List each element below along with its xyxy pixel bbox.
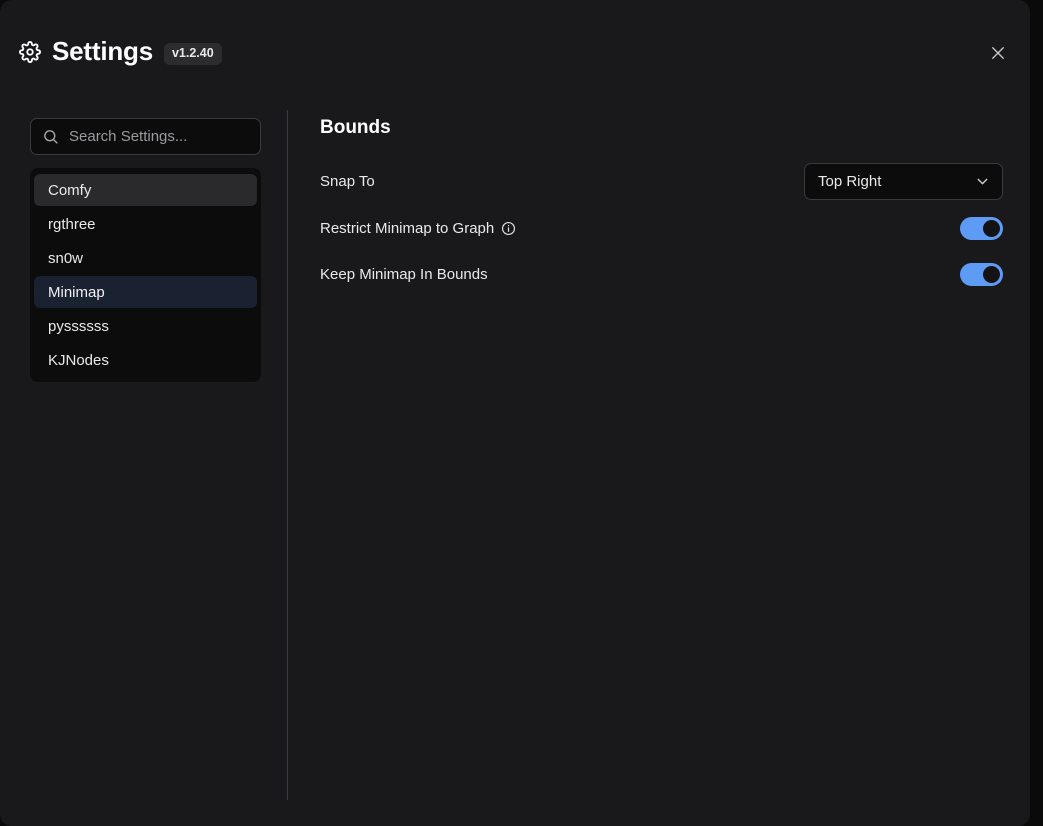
setting-label: Snap To [320,173,375,190]
settings-sidebar: Comfy rgthree sn0w Minimap pyssssss KJNo… [30,118,261,382]
sidebar-item-kjnodes[interactable]: KJNodes [34,344,257,376]
restrict-minimap-to-graph-toggle[interactable] [960,216,1003,240]
sidebar-item-comfy[interactable]: Comfy [34,174,257,206]
gear-icon [19,40,41,63]
settings-content-panel: Bounds Snap To Top Right Restrict Minima… [320,118,1003,302]
search-icon [44,130,58,144]
panel-divider [287,110,288,800]
page-title: Settings [52,36,153,66]
sidebar-item-sn0w[interactable]: sn0w [34,242,257,274]
sidebar-item-label: rgthree [48,215,96,233]
setting-label: Keep Minimap In Bounds [320,266,488,283]
toggle-knob [983,265,1000,283]
sidebar-item-rgthree[interactable]: rgthree [34,208,257,240]
settings-dialog: Settings v1.2.40 Comfy rgthree [0,0,1030,826]
sidebar-item-label: pyssssss [48,317,109,335]
sidebar-item-label: Minimap [48,283,105,301]
section-title: Bounds [320,117,391,138]
snap-to-selected-value: Top Right [818,173,882,190]
sidebar-item-minimap[interactable]: Minimap [34,276,257,308]
sidebar-item-label: KJNodes [48,351,109,369]
close-button[interactable] [983,38,1013,68]
search-input[interactable] [69,128,239,145]
sidebar-item-pyssssss[interactable]: pyssssss [34,310,257,342]
setting-row-snap-to: Snap To Top Right [320,163,1003,200]
close-icon [992,47,1004,59]
version-badge: v1.2.40 [163,43,222,65]
chevron-down-icon [977,178,988,185]
search-box[interactable] [30,118,261,155]
snap-to-select[interactable]: Top Right [804,163,1003,200]
setting-row-keep-minimap-in-bounds: Keep Minimap In Bounds [320,256,1003,292]
setting-label-text: Keep Minimap In Bounds [320,265,488,283]
keep-minimap-in-bounds-toggle[interactable] [960,262,1003,286]
settings-category-list: Comfy rgthree sn0w Minimap pyssssss KJNo… [30,168,261,382]
setting-label-text: Restrict Minimap to Graph [320,219,495,237]
sidebar-item-label: sn0w [48,249,84,267]
sidebar-item-label: Comfy [48,181,92,199]
setting-label-text: Snap To [320,173,375,190]
setting-row-restrict-minimap-to-graph: Restrict Minimap to Graph [320,210,1003,246]
toggle-knob [983,219,1000,237]
info-circle-icon[interactable] [501,221,516,236]
dialog-header: Settings v1.2.40 [0,0,1030,94]
title-group: Settings v1.2.40 [19,36,222,66]
setting-label: Restrict Minimap to Graph [320,220,516,237]
